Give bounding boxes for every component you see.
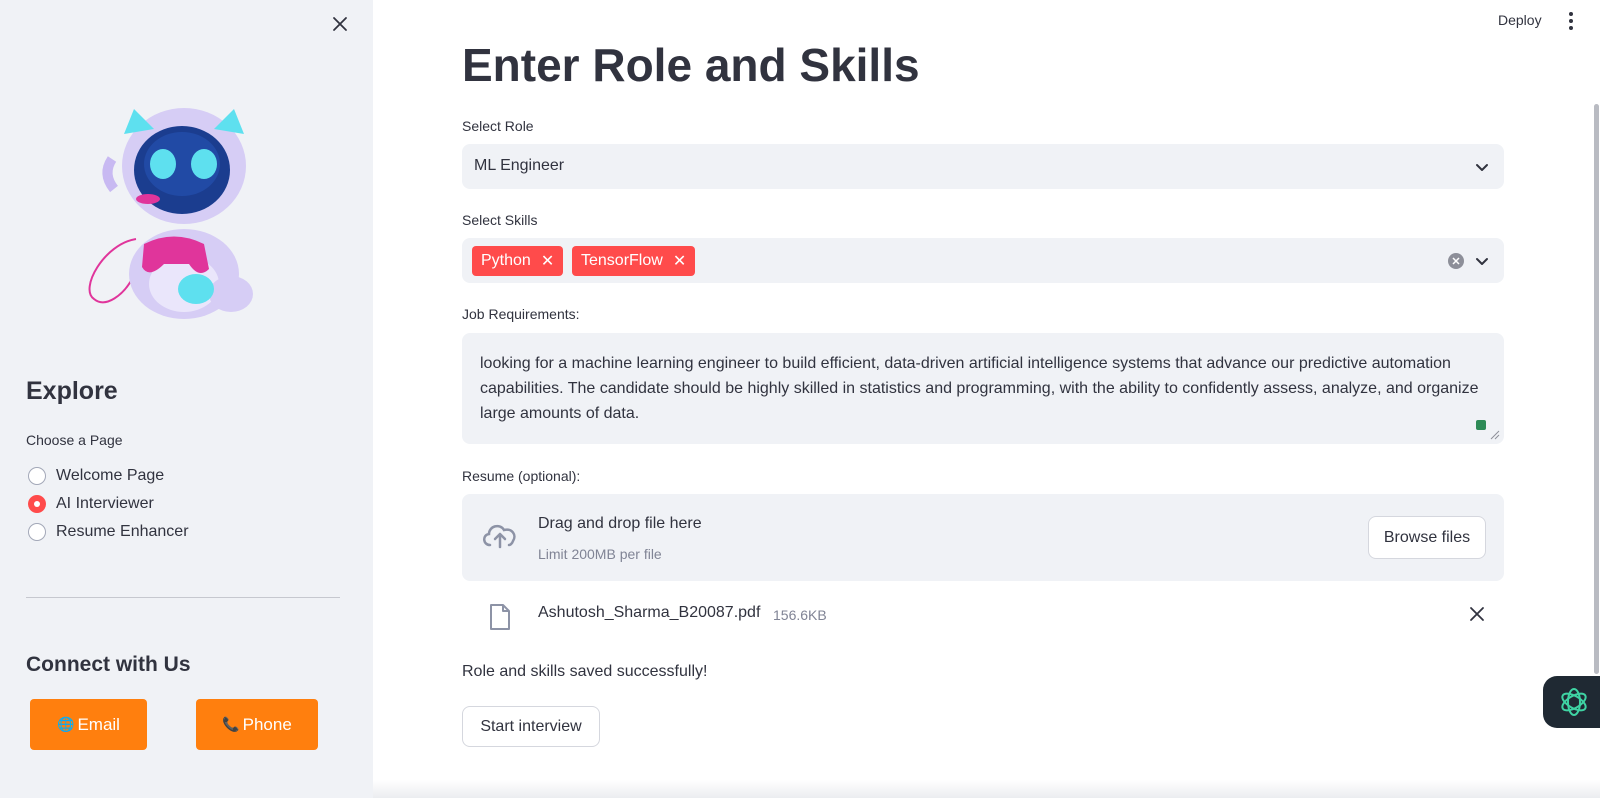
radio-ai-interviewer[interactable]: AI Interviewer bbox=[28, 490, 189, 518]
explore-heading: Explore bbox=[26, 377, 118, 405]
skill-tag-tensorflow: TensorFlow ✕ bbox=[572, 246, 696, 276]
robot-mascot-image bbox=[88, 108, 253, 319]
job-requirements-label: Job Requirements: bbox=[462, 306, 580, 322]
browse-files-button[interactable]: Browse files bbox=[1368, 516, 1486, 559]
resize-handle-icon[interactable] bbox=[1490, 430, 1500, 440]
radio-button[interactable] bbox=[28, 523, 46, 541]
scrollbar[interactable] bbox=[1594, 104, 1599, 674]
remove-tag-icon[interactable]: ✕ bbox=[673, 251, 686, 271]
connect-heading: Connect with Us bbox=[26, 653, 191, 676]
file-dropzone[interactable]: Drag and drop file here Limit 200MB per … bbox=[462, 494, 1504, 581]
phone-icon: 📞 bbox=[222, 716, 240, 732]
job-requirements-textarea[interactable]: looking for a machine learning engineer … bbox=[462, 333, 1504, 444]
remove-tag-icon[interactable]: ✕ bbox=[541, 251, 554, 271]
success-message: Role and skills saved successfully! bbox=[462, 663, 708, 680]
file-size: 156.6KB bbox=[773, 607, 827, 623]
file-name: Ashutosh_Sharma_B20087.pdf bbox=[538, 604, 761, 621]
role-label: Select Role bbox=[462, 118, 534, 134]
more-options-icon[interactable] bbox=[1566, 12, 1576, 30]
chevron-down-icon bbox=[1476, 164, 1488, 171]
role-select[interactable]: ML Engineer bbox=[462, 144, 1504, 189]
job-requirements-text: looking for a machine learning engineer … bbox=[480, 355, 1479, 422]
chevron-down-icon[interactable] bbox=[1474, 253, 1490, 269]
resume-label: Resume (optional): bbox=[462, 468, 581, 484]
skill-tag-python: Python ✕ bbox=[472, 246, 564, 276]
uploaded-file-row: Ashutosh_Sharma_B20087.pdf 156.6KB bbox=[462, 595, 1504, 635]
email-button[interactable]: 🌐 Email bbox=[30, 699, 147, 750]
close-sidebar-icon[interactable] bbox=[328, 12, 352, 36]
phone-button-label: Phone bbox=[242, 714, 292, 734]
skills-label: Select Skills bbox=[462, 212, 538, 228]
globe-icon: 🌐 bbox=[57, 716, 75, 732]
radio-label: Resume Enhancer bbox=[56, 523, 189, 540]
deploy-button[interactable]: Deploy bbox=[1498, 12, 1542, 28]
radio-label: Welcome Page bbox=[56, 467, 165, 484]
radio-button[interactable] bbox=[28, 467, 46, 485]
sidebar: Explore Choose a Page Welcome Page AI In… bbox=[0, 0, 373, 798]
sidebar-divider bbox=[26, 597, 340, 598]
cloud-upload-icon bbox=[483, 524, 516, 549]
email-button-label: Email bbox=[77, 714, 120, 734]
choose-page-label: Choose a Page bbox=[26, 432, 123, 448]
grammar-check-icon[interactable] bbox=[1476, 420, 1486, 430]
file-icon bbox=[490, 604, 510, 630]
page-title: Enter Role and Skills bbox=[462, 39, 920, 91]
chat-assistant-icon[interactable] bbox=[1543, 676, 1600, 728]
bottom-fade bbox=[373, 780, 1600, 798]
openai-logo-icon bbox=[1561, 688, 1587, 716]
main-content: Deploy Enter Role and Skills Select Role… bbox=[373, 0, 1600, 798]
radio-button-selected[interactable] bbox=[28, 495, 46, 513]
phone-button[interactable]: 📞 Phone bbox=[196, 699, 318, 750]
clear-all-icon[interactable] bbox=[1448, 253, 1464, 269]
dropzone-limit: Limit 200MB per file bbox=[538, 546, 662, 562]
radio-resume-enhancer[interactable]: Resume Enhancer bbox=[28, 518, 189, 546]
radio-welcome-page[interactable]: Welcome Page bbox=[28, 462, 189, 490]
app-window: Explore Choose a Page Welcome Page AI In… bbox=[0, 0, 1600, 798]
radio-label: AI Interviewer bbox=[56, 495, 154, 512]
start-interview-button[interactable]: Start interview bbox=[462, 706, 600, 747]
skill-tag-label: Python bbox=[481, 252, 531, 269]
role-select-value: ML Engineer bbox=[474, 157, 565, 174]
page-radio-group: Welcome Page AI Interviewer Resume Enhan… bbox=[28, 462, 189, 546]
skills-multiselect[interactable]: Python ✕ TensorFlow ✕ bbox=[462, 238, 1504, 283]
skill-tag-label: TensorFlow bbox=[581, 252, 663, 269]
remove-file-icon[interactable] bbox=[1468, 605, 1486, 623]
dropzone-title: Drag and drop file here bbox=[538, 515, 702, 532]
